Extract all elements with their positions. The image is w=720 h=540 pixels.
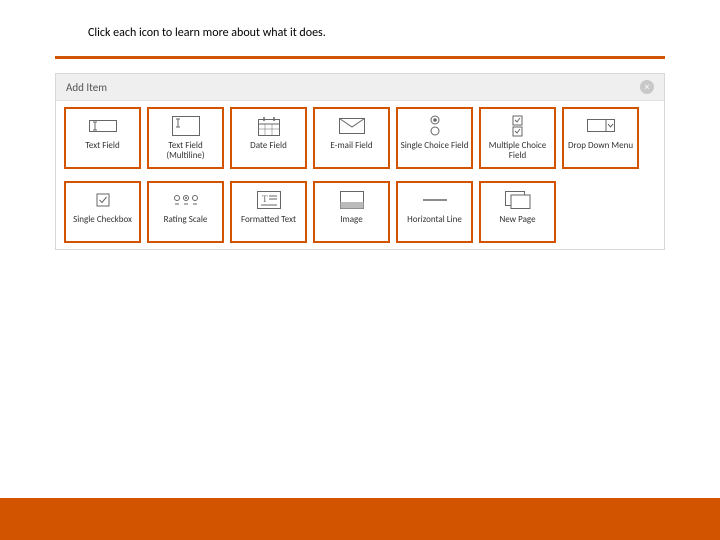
image-button[interactable]: Image [313, 181, 390, 243]
calendar-icon [258, 115, 280, 137]
tile-label: Horizontal Line [407, 215, 462, 225]
tile-label: Drop Down Menu [568, 141, 633, 151]
tile-label: Image [340, 215, 362, 225]
svg-text:T: T [262, 194, 268, 204]
tile-label: Formatted Text [241, 215, 296, 225]
tile-row-1: Text Field Text Field (Multiline) Date F… [56, 101, 664, 175]
text-field-multiline-button[interactable]: Text Field (Multiline) [147, 107, 224, 169]
date-field-button[interactable]: Date Field [230, 107, 307, 169]
checkboxes-icon [512, 115, 524, 137]
formatted-text-icon: T [257, 189, 281, 211]
single-checkbox-button[interactable]: Single Checkbox [64, 181, 141, 243]
panel-title: Add Item [66, 81, 107, 94]
dropdown-icon [587, 115, 615, 137]
drop-down-button[interactable]: Drop Down Menu [562, 107, 639, 169]
single-choice-button[interactable]: Single Choice Field [396, 107, 473, 169]
text-field-button[interactable]: Text Field [64, 107, 141, 169]
email-field-button[interactable]: E-mail Field [313, 107, 390, 169]
instruction-text: Click each icon to learn more about what… [0, 0, 720, 40]
multiple-choice-button[interactable]: Multiple Choice Field [479, 107, 556, 169]
image-icon [340, 189, 364, 211]
footer-bar [0, 498, 720, 540]
horizontal-line-icon [422, 189, 448, 211]
rating-scale-icon [173, 189, 199, 211]
tile-label: Date Field [250, 141, 287, 151]
close-icon[interactable]: × [640, 80, 654, 94]
tile-label: Text Field (Multiline) [151, 141, 220, 162]
tile-label: Single Choice Field [401, 141, 469, 151]
text-field-multiline-icon [172, 115, 200, 137]
horizontal-line-button[interactable]: Horizontal Line [396, 181, 473, 243]
tile-label: Multiple Choice Field [483, 141, 552, 162]
checkbox-icon [96, 189, 110, 211]
tile-label: Single Checkbox [73, 215, 132, 225]
tile-label: Rating Scale [164, 215, 208, 225]
panel-header: Add Item × [56, 74, 664, 101]
tile-label: E-mail Field [330, 141, 372, 151]
add-item-panel: Add Item × Text Field Text Field (Multil… [55, 73, 665, 250]
tile-label: New Page [499, 215, 535, 225]
divider-line [55, 56, 665, 59]
envelope-icon [339, 115, 365, 137]
new-page-button[interactable]: New Page [479, 181, 556, 243]
text-field-icon [89, 115, 117, 137]
tile-row-2: Single Checkbox Rating Scale T Formatted… [56, 175, 664, 249]
formatted-text-button[interactable]: T Formatted Text [230, 181, 307, 243]
rating-scale-button[interactable]: Rating Scale [147, 181, 224, 243]
tile-label: Text Field [85, 141, 119, 151]
new-page-icon [505, 189, 531, 211]
radio-icon [429, 115, 441, 137]
